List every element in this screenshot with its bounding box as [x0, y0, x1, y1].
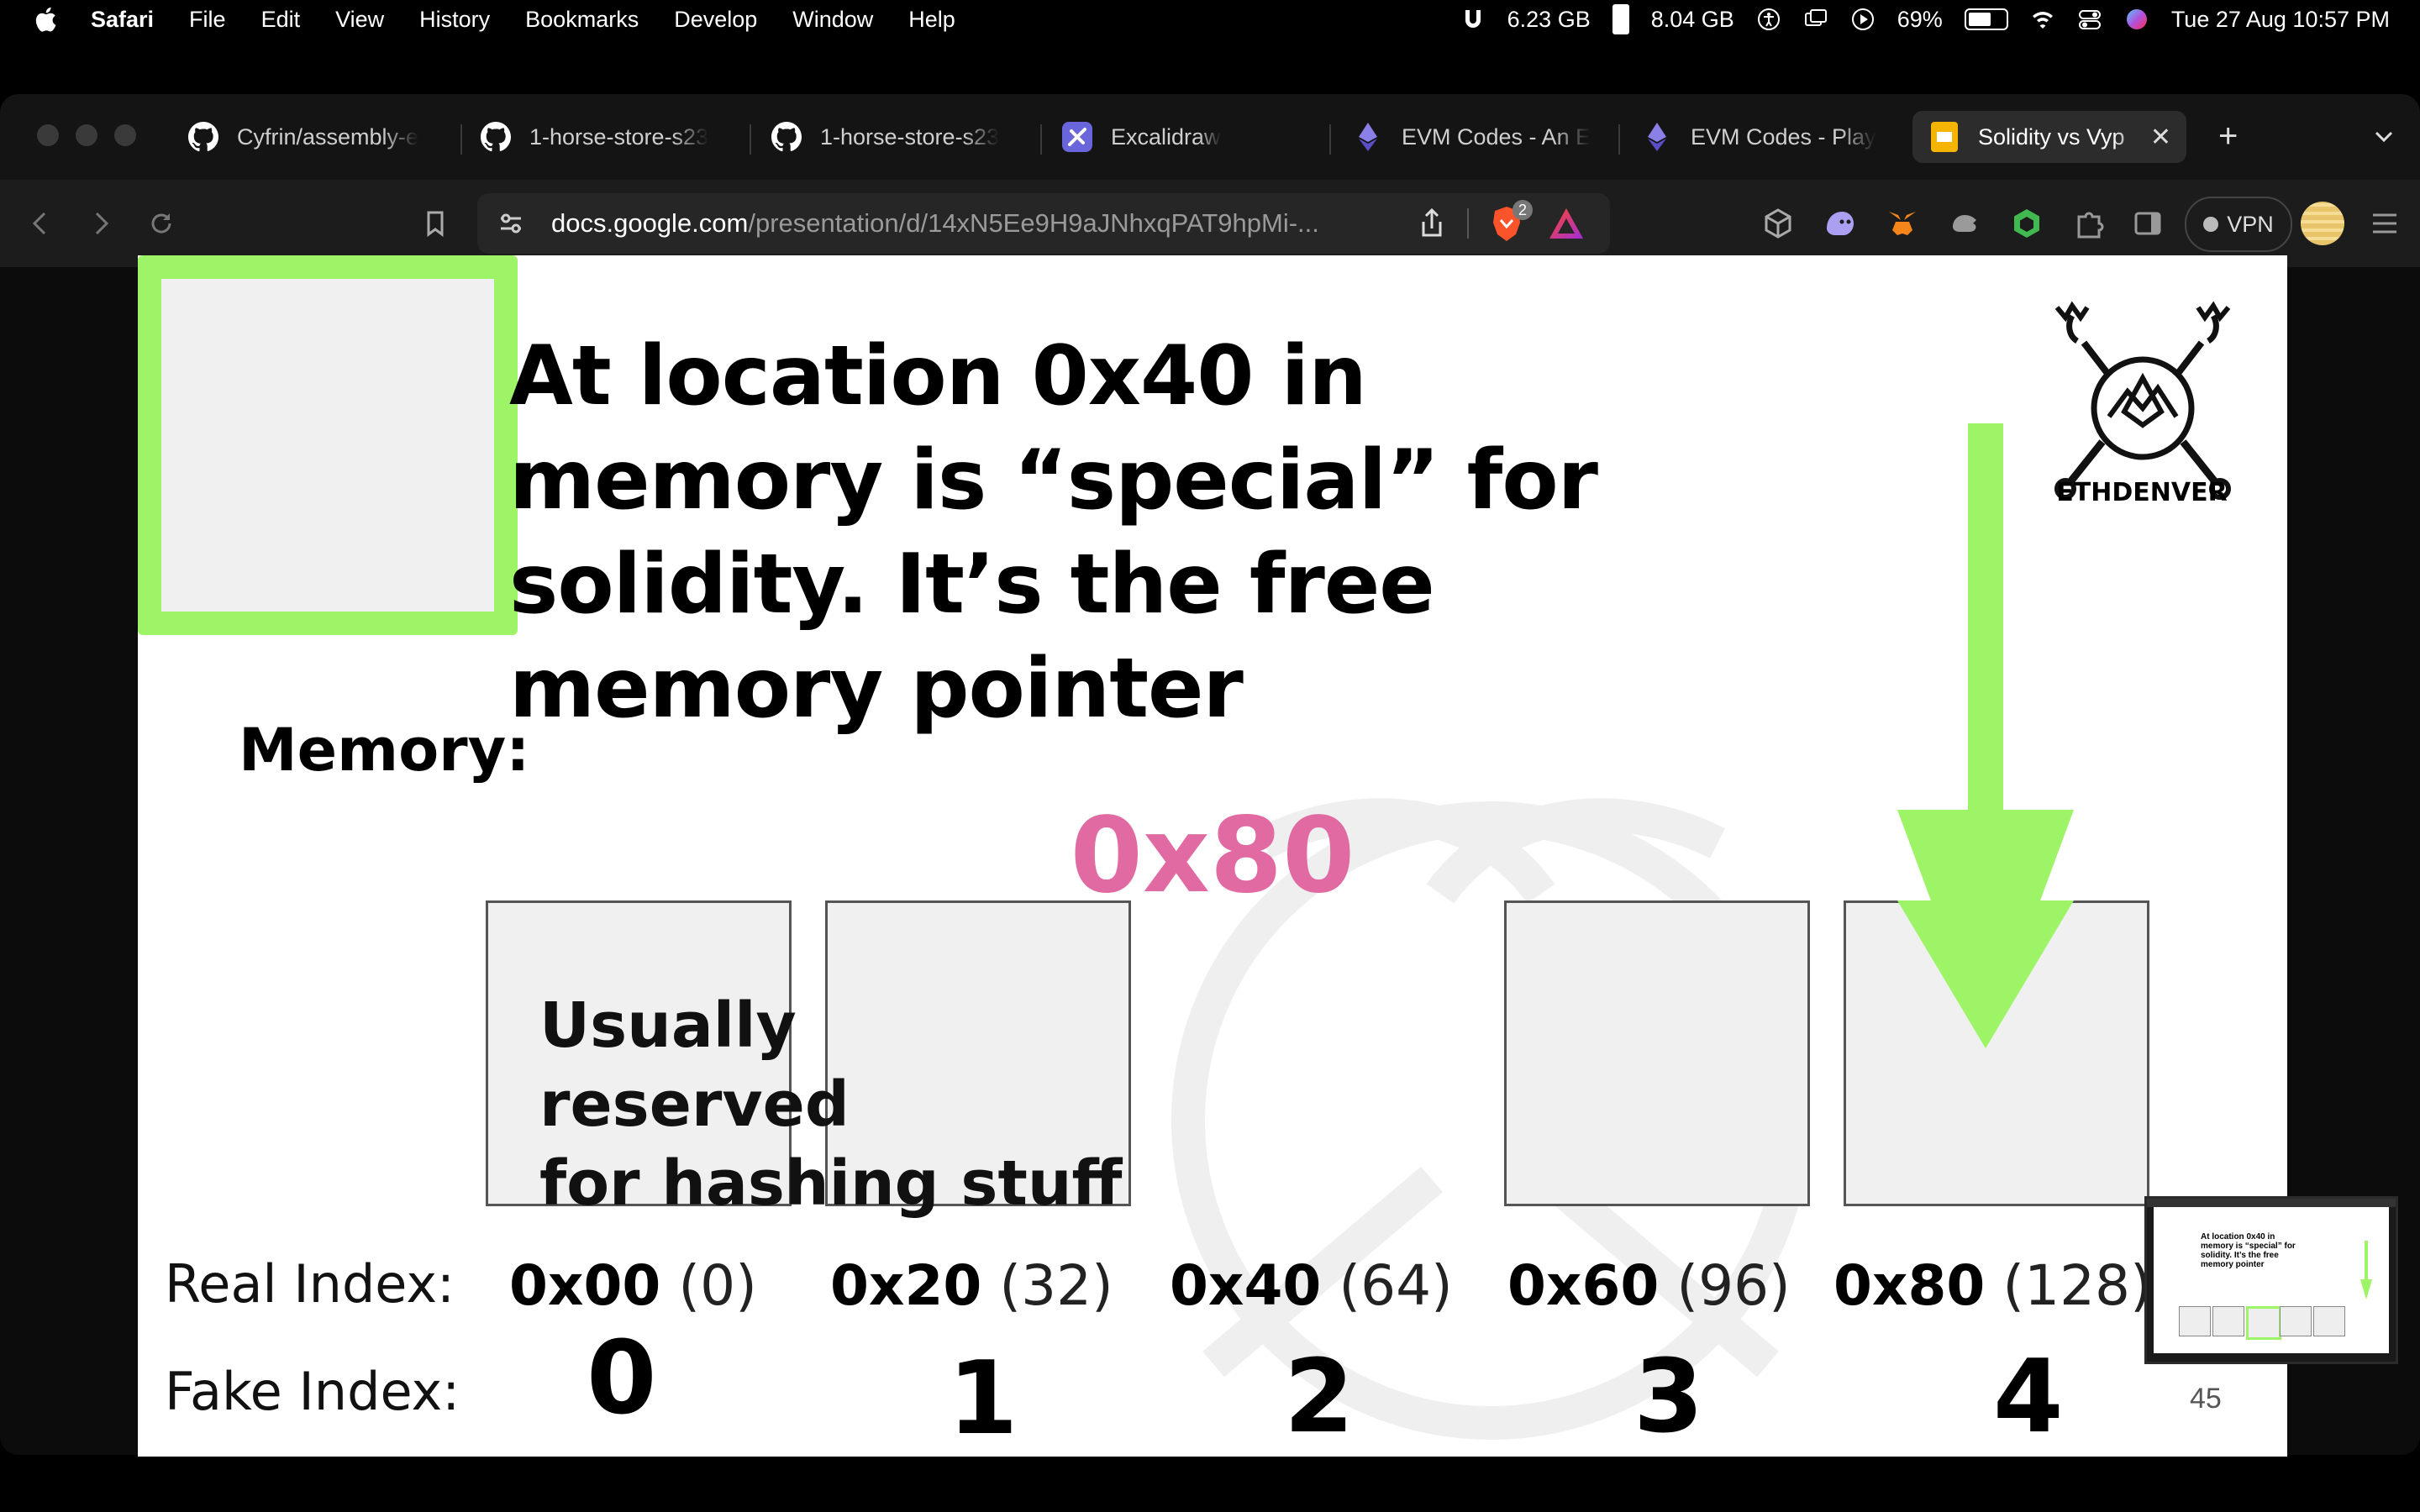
minimize-window-button[interactable] [76, 124, 97, 146]
pip-title: At location 0x40 in memory is “special” … [2201, 1232, 2296, 1269]
real-index-1: 0x20 (32) [830, 1253, 1113, 1318]
control-center-icon[interactable] [2077, 7, 2102, 32]
tab-label: EVM Codes - An E [1402, 123, 1591, 150]
reserved-note-line-2: for hashing stuff [539, 1147, 1123, 1220]
chevron-down-icon[interactable] [2373, 126, 2395, 148]
tab-horse-store-1[interactable]: 1-horse-store-s23 [481, 111, 733, 163]
fake-index-2: 2 [1284, 1339, 1355, 1456]
bookmark-icon[interactable] [420, 208, 450, 239]
real-index-4: 0x80 (128) [1833, 1253, 2152, 1318]
tab-strip: Cyfrin/assembly-e 1-horse-store-s23 1-ho… [0, 94, 2420, 180]
vpn-button[interactable]: VPN [2185, 197, 2292, 252]
memory-slot-2-highlighted: 0x80 [138, 255, 1355, 916]
hamburger-menu-icon[interactable] [2368, 207, 2402, 240]
app-menu-safari[interactable]: Safari [91, 7, 154, 33]
tab-label: 1-horse-store-s23 [529, 123, 709, 150]
tab-evm-codes-1[interactable]: EVM Codes - An E [1353, 111, 1605, 163]
site-settings-icon[interactable] [496, 208, 526, 239]
menu-help[interactable]: Help [908, 7, 955, 33]
metamask-icon[interactable] [1886, 207, 1919, 240]
screen-mirroring-icon[interactable] [1803, 7, 1828, 32]
github-icon [771, 122, 802, 152]
ethereum-icon [1353, 122, 1383, 152]
fake-index-1: 1 [948, 1341, 1018, 1457]
battery-percent-text[interactable]: 69% [1897, 7, 1943, 33]
picture-in-picture-preview[interactable]: At location 0x40 in memory is “special” … [2144, 1196, 2398, 1364]
tab-excalidraw[interactable]: Excalidraw [1062, 111, 1314, 163]
siri-icon[interactable] [2124, 7, 2149, 32]
slide-page-number: 45 [2190, 1383, 2222, 1415]
close-tab-icon[interactable]: ✕ [2150, 123, 2171, 152]
vpn-status-icon [2203, 217, 2219, 232]
extensions-puzzle-icon[interactable] [2072, 207, 2106, 240]
github-icon [481, 122, 511, 152]
sidebar-toggle-icon[interactable] [2131, 207, 2165, 240]
fake-index-4: 4 [1993, 1339, 2064, 1456]
wifi-icon[interactable] [2030, 7, 2055, 32]
menu-bookmarks[interactable]: Bookmarks [525, 7, 639, 33]
fake-index-0: 0 [587, 1320, 657, 1437]
new-tab-button[interactable]: + [2218, 119, 2238, 153]
real-index-0: 0x00 (0) [509, 1253, 757, 1318]
tab-label: EVM Codes - Play [1691, 123, 1876, 150]
url-text[interactable]: docs.google.com/presentation/d/14xN5Ee9H… [551, 208, 1392, 239]
phantom-wallet-icon[interactable] [1823, 207, 1857, 240]
browser-toolbar: docs.google.com/presentation/d/14xN5Ee9H… [0, 180, 2420, 267]
back-icon[interactable] [25, 208, 55, 239]
clock-text[interactable]: Tue 27 Aug 10:57 PM [2171, 7, 2390, 33]
vpn-label: VPN [2227, 211, 2274, 237]
pip-slide-thumbnail: At location 0x40 in memory is “special” … [2154, 1207, 2389, 1353]
menu-view[interactable]: View [335, 7, 384, 33]
address-bar[interactable]: docs.google.com/presentation/d/14xN5Ee9H… [477, 193, 1610, 254]
real-index-3: 0x60 (96) [1507, 1253, 1791, 1318]
ubar-icon[interactable] [1460, 7, 1486, 32]
memory-slot-3 [1504, 900, 1810, 1206]
green-hexagon-extension-icon[interactable] [2010, 207, 2044, 240]
extension-cube-icon[interactable] [1761, 207, 1795, 240]
google-slides-icon [1929, 122, 1960, 152]
ethereum-icon [1642, 122, 1672, 152]
arrow-head-overlay [1897, 900, 2074, 1048]
tab-label: Cyfrin/assembly-e [237, 123, 419, 150]
menu-develop[interactable]: Develop [674, 7, 757, 33]
zoom-window-button[interactable] [114, 124, 136, 146]
share-icon[interactable] [1417, 207, 1447, 240]
reload-icon[interactable] [146, 208, 176, 239]
menu-file[interactable]: File [189, 7, 226, 33]
menu-edit[interactable]: Edit [261, 7, 301, 33]
reserved-note: Usually reserved for hashing stuff [539, 986, 1128, 1223]
fake-index-label: Fake Index: [165, 1361, 460, 1422]
apple-menu-icon[interactable] [32, 5, 57, 34]
excalidraw-icon [1062, 122, 1092, 152]
reserved-note-line-1: Usually reserved [539, 990, 850, 1141]
menu-history[interactable]: History [419, 7, 490, 33]
memory-bar-icon [1612, 4, 1629, 34]
tab-horse-store-2[interactable]: 1-horse-store-s23 [771, 111, 1023, 163]
menu-window[interactable]: Window [792, 7, 873, 33]
accessibility-icon[interactable] [1756, 7, 1781, 32]
presentation-slide: At location 0x40 in memory is “special” … [138, 255, 2287, 1457]
brave-rewards-icon[interactable] [1548, 207, 1585, 240]
tab-label: Excalidraw [1111, 123, 1221, 150]
tab-label: 1-horse-store-s23 [820, 123, 1000, 150]
memory-total-text[interactable]: 8.04 GB [1651, 7, 1734, 33]
tab-label: Solidity vs Vyp [1978, 123, 2125, 150]
real-index-2: 0x40 (64) [1170, 1253, 1453, 1318]
fake-index-3: 3 [1634, 1339, 1704, 1456]
tab-solidity-vs-vyper[interactable]: Solidity vs Vyp ✕ [1912, 111, 2186, 163]
forward-icon[interactable] [86, 208, 116, 239]
real-index-label: Real Index: [165, 1253, 455, 1315]
now-playing-icon[interactable] [1850, 7, 1876, 32]
shields-badge: 2 [1512, 200, 1533, 220]
macos-menu-bar: Safari File Edit View History Bookmarks … [0, 0, 2420, 39]
github-icon [188, 122, 218, 152]
memory-used-text[interactable]: 6.23 GB [1507, 7, 1591, 33]
profile-avatar[interactable] [2301, 202, 2344, 245]
tab-cyfrin-assembly[interactable]: Cyfrin/assembly-e [188, 111, 445, 163]
rabby-extension-icon[interactable] [1948, 207, 1981, 240]
tab-evm-codes-2[interactable]: EVM Codes - Play [1642, 111, 1894, 163]
close-window-button[interactable] [37, 124, 59, 146]
battery-icon[interactable] [1964, 8, 2008, 30]
